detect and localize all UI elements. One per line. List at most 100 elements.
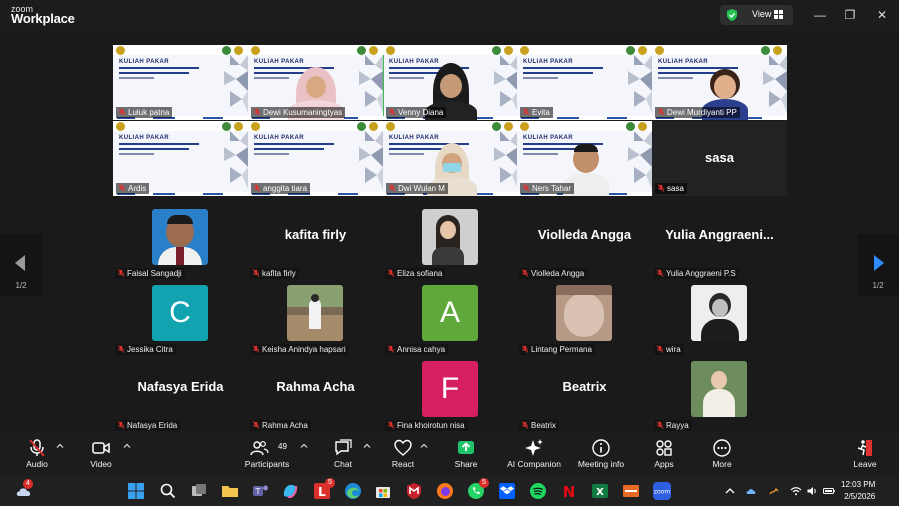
share-button[interactable]: Share bbox=[449, 431, 483, 476]
participant-name: Venny Diana bbox=[398, 108, 444, 117]
meeting-info-button[interactable]: Meeting info bbox=[572, 431, 630, 476]
spotify-icon[interactable] bbox=[528, 481, 548, 501]
task-view-icon[interactable] bbox=[189, 481, 209, 501]
avatar-photo bbox=[287, 285, 343, 341]
react-options-chevron-icon[interactable] bbox=[420, 442, 428, 450]
participant-tile[interactable]: Yulia Anggraeni... Yulia Anggraeni P.S bbox=[652, 206, 787, 281]
participants-options-chevron-icon[interactable] bbox=[300, 442, 308, 450]
muted-mic-icon bbox=[118, 108, 126, 116]
video-tile[interactable]: KULIAH PAKAR Ners Tahar bbox=[517, 121, 652, 196]
participant-tile[interactable]: Beatrix Beatrix bbox=[517, 358, 652, 433]
muted-mic-icon bbox=[117, 269, 125, 277]
participant-tile[interactable]: Lintang Permana bbox=[517, 282, 652, 357]
video-button[interactable]: Video bbox=[84, 431, 118, 476]
decorative-triangles-icon bbox=[359, 131, 383, 189]
participant-display-name: Violleda Angga bbox=[537, 227, 632, 242]
participant-tile[interactable]: Violleda Angga Violleda Angga bbox=[517, 206, 652, 281]
close-button[interactable]: ✕ bbox=[874, 7, 890, 23]
participants-button[interactable]: 49 Participants bbox=[240, 431, 294, 476]
avatar-initial: F bbox=[440, 372, 460, 405]
volume-icon[interactable] bbox=[806, 485, 818, 497]
chevron-right-icon bbox=[874, 255, 884, 271]
prev-page-button[interactable]: 1/2 bbox=[0, 234, 42, 296]
participant-tile[interactable]: kafita firly kafita firly bbox=[248, 206, 383, 281]
clock-date: 2/5/2026 bbox=[844, 492, 876, 501]
copilot-icon[interactable] bbox=[280, 481, 300, 501]
muted-mic-icon bbox=[388, 184, 396, 192]
microsoft-store-icon[interactable] bbox=[373, 481, 393, 501]
grid-view-icon bbox=[774, 10, 783, 19]
windows-taskbar: 4 T L 5 5 N X zoom 12:03 PM 2/5/2026 bbox=[0, 476, 899, 506]
participant-tile[interactable]: Keisha Anindya hapsari bbox=[248, 282, 383, 357]
system-clock[interactable]: 12:03 PM 2/5/2026 bbox=[841, 479, 875, 503]
muted-mic-icon bbox=[657, 108, 665, 116]
participant-tile[interactable]: Rayya bbox=[652, 358, 787, 433]
avatar-initial: C bbox=[169, 296, 191, 329]
participant-name-label: Yulia Anggraeni P.S bbox=[654, 268, 739, 279]
view-button[interactable]: View bbox=[720, 5, 793, 25]
minimize-button[interactable]: — bbox=[812, 7, 828, 23]
wifi-icon[interactable] bbox=[790, 485, 802, 497]
dropbox-icon[interactable] bbox=[497, 481, 517, 501]
video-options-chevron-icon[interactable] bbox=[123, 442, 131, 450]
participant-tile[interactable]: C Jessika Citra bbox=[113, 282, 248, 357]
teams-icon[interactable]: T bbox=[250, 481, 270, 501]
search-icon[interactable] bbox=[158, 481, 178, 501]
netflix-icon[interactable]: N bbox=[559, 481, 579, 501]
file-explorer-icon[interactable] bbox=[220, 481, 240, 501]
muted-mic-icon bbox=[656, 345, 664, 353]
meeting-toolbar: Audio Video 49 Participants Chat React S… bbox=[0, 431, 899, 476]
participant-tile[interactable]: F Fina khoirotun nisa bbox=[383, 358, 518, 433]
tray-pen-icon[interactable] bbox=[768, 485, 780, 497]
participant-name-label: Ners Tahar bbox=[520, 183, 574, 194]
next-page-button[interactable]: 1/2 bbox=[857, 234, 899, 296]
participant-name: Fina khoirotun nisa bbox=[397, 421, 465, 430]
edge-browser-icon[interactable] bbox=[343, 481, 363, 501]
university-seal-icon bbox=[116, 122, 125, 131]
video-tile[interactable]: KULIAH PAKAR anggita tiara bbox=[248, 121, 383, 196]
video-tile[interactable]: KULIAH PAKAR Evita bbox=[517, 45, 652, 120]
tray-cloud-icon[interactable] bbox=[745, 485, 757, 497]
windows-start-icon[interactable] bbox=[126, 481, 146, 501]
slide-title: KULIAH PAKAR bbox=[119, 135, 170, 141]
zoom-app-icon[interactable]: zoom bbox=[652, 481, 672, 501]
video-tile[interactable]: KULIAH PAKAR Luluk patna bbox=[113, 45, 248, 120]
university-seal-icon bbox=[116, 46, 125, 55]
video-tile[interactable]: KULIAH PAKAR Ardis bbox=[113, 121, 248, 196]
chat-options-chevron-icon[interactable] bbox=[363, 442, 371, 450]
svg-text:X: X bbox=[596, 487, 604, 498]
whatsapp-badge: 5 bbox=[479, 478, 489, 488]
heart-icon bbox=[394, 439, 412, 456]
battery-icon[interactable] bbox=[823, 485, 835, 497]
tray-expand-chevron-icon[interactable] bbox=[724, 485, 736, 497]
decorative-triangles-icon bbox=[494, 55, 518, 113]
audio-options-chevron-icon[interactable] bbox=[56, 442, 64, 450]
participant-tile[interactable]: Nafasya Erida Nafasya Erida bbox=[113, 358, 248, 433]
chat-button[interactable]: Chat bbox=[326, 431, 360, 476]
excel-icon[interactable]: X bbox=[590, 481, 610, 501]
more-button[interactable]: More bbox=[705, 431, 739, 476]
restore-button[interactable]: ❐ bbox=[842, 7, 858, 23]
office-app-icon[interactable] bbox=[621, 481, 641, 501]
video-tile[interactable]: KULIAH PAKAR Dwi Wulan M bbox=[383, 121, 518, 196]
audio-button[interactable]: Audio bbox=[20, 431, 54, 476]
video-tile[interactable]: sasa sasa bbox=[652, 121, 787, 196]
muted-mic-icon bbox=[387, 345, 395, 353]
video-tile[interactable]: KULIAH PAKAR Venny Diana bbox=[383, 45, 518, 120]
leave-button[interactable]: Leave bbox=[848, 431, 882, 476]
participant-tile[interactable]: A Annisa cahya bbox=[383, 282, 518, 357]
firefox-icon[interactable] bbox=[435, 481, 455, 501]
participant-tile[interactable]: Eliza sofiana bbox=[383, 206, 518, 281]
participant-tile[interactable]: Rahma Acha Rahma Acha bbox=[248, 358, 383, 433]
react-button[interactable]: React bbox=[386, 431, 420, 476]
ai-companion-button[interactable]: AI Companion bbox=[502, 431, 566, 476]
video-label: Video bbox=[90, 459, 112, 469]
video-tile[interactable]: KULIAH PAKAR Dewi Kusumaningtyas bbox=[248, 45, 383, 120]
participant-name: Rayya bbox=[666, 421, 689, 430]
participant-tile[interactable]: wira bbox=[652, 282, 787, 357]
mcafee-icon[interactable] bbox=[404, 481, 424, 501]
apps-button[interactable]: Apps bbox=[647, 431, 681, 476]
security-shield-icon[interactable] bbox=[725, 8, 739, 22]
participant-tile[interactable]: Faisal Sangadji bbox=[113, 206, 248, 281]
video-tile[interactable]: KULIAH PAKAR Dewi Murdiyanti PP bbox=[652, 45, 787, 120]
